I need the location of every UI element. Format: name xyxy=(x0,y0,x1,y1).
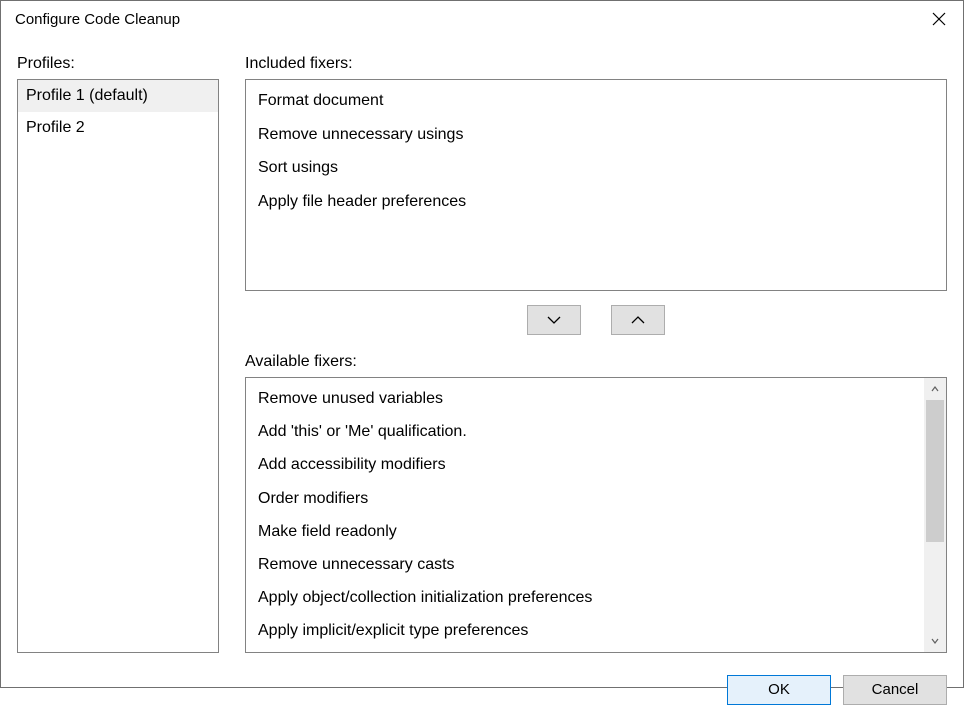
included-fixers-label: Included fixers: xyxy=(245,55,947,73)
move-buttons-row xyxy=(245,291,947,353)
included-fixers-list[interactable]: Format document Remove unnecessary using… xyxy=(245,79,947,291)
profiles-list[interactable]: Profile 1 (default) Profile 2 xyxy=(17,79,219,653)
ok-button[interactable]: OK xyxy=(727,675,831,705)
chevron-down-icon xyxy=(931,638,939,644)
profile-item[interactable]: Profile 2 xyxy=(18,112,218,144)
available-fixers-section: Available fixers: Remove unused variable… xyxy=(245,353,947,653)
fixers-column: Included fixers: Format document Remove … xyxy=(245,55,947,653)
profiles-label: Profiles: xyxy=(17,55,219,73)
scroll-thumb[interactable] xyxy=(926,400,944,542)
profiles-column: Profiles: Profile 1 (default) Profile 2 xyxy=(17,55,219,653)
close-button[interactable] xyxy=(927,7,951,31)
titlebar: Configure Code Cleanup xyxy=(1,1,963,35)
list-item[interactable]: Remove unnecessary casts xyxy=(246,548,924,581)
profile-item[interactable]: Profile 1 (default) xyxy=(18,80,218,112)
list-item[interactable]: Apply file header preferences xyxy=(246,185,946,219)
chevron-up-icon xyxy=(931,386,939,392)
scrollbar[interactable] xyxy=(924,378,946,652)
list-item[interactable]: Make field readonly xyxy=(246,515,924,548)
scroll-track[interactable] xyxy=(924,400,946,630)
list-item[interactable]: Remove unused variables xyxy=(246,382,924,415)
configure-code-cleanup-dialog: Configure Code Cleanup Profiles: Profile… xyxy=(0,0,964,688)
available-fixers-list-wrapper: Remove unused variables Add 'this' or 'M… xyxy=(245,377,947,653)
chevron-down-icon xyxy=(547,315,561,325)
dialog-title: Configure Code Cleanup xyxy=(15,11,180,28)
close-icon xyxy=(932,12,946,26)
scroll-down-arrow[interactable] xyxy=(924,630,946,652)
list-item[interactable]: Add accessibility modifiers xyxy=(246,448,924,481)
move-up-button[interactable] xyxy=(611,305,665,335)
list-item[interactable]: Order modifiers xyxy=(246,482,924,515)
list-item[interactable]: Sort usings xyxy=(246,151,946,185)
cancel-button[interactable]: Cancel xyxy=(843,675,947,705)
list-item[interactable]: Add 'this' or 'Me' qualification. xyxy=(246,415,924,448)
list-item[interactable]: Apply implicit/explicit type preferences xyxy=(246,614,924,647)
move-down-button[interactable] xyxy=(527,305,581,335)
list-item[interactable]: Remove unnecessary usings xyxy=(246,118,946,152)
dialog-footer: OK Cancel xyxy=(1,663,963,719)
list-item[interactable]: Apply object/collection initialization p… xyxy=(246,581,924,614)
scroll-up-arrow[interactable] xyxy=(924,378,946,400)
list-item[interactable]: Format document xyxy=(246,84,946,118)
chevron-up-icon xyxy=(631,315,645,325)
available-fixers-label: Available fixers: xyxy=(245,353,947,371)
available-fixers-list[interactable]: Remove unused variables Add 'this' or 'M… xyxy=(246,378,924,652)
dialog-content: Profiles: Profile 1 (default) Profile 2 … xyxy=(1,35,963,663)
